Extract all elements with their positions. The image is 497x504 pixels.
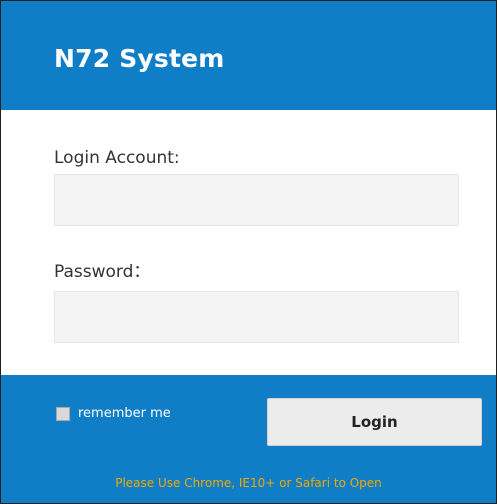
remember-me-label: remember me	[78, 406, 171, 421]
browser-support-note: Please Use Chrome, IE10+ or Safari to Op…	[115, 476, 382, 490]
remember-me-checkbox[interactable]	[56, 407, 70, 421]
login-panel: N72 System Login Account: Password： reme…	[0, 0, 497, 504]
login-button[interactable]: Login	[267, 398, 482, 446]
account-input[interactable]	[54, 174, 459, 226]
remember-me-toggle[interactable]: remember me	[56, 406, 171, 422]
password-input[interactable]	[54, 291, 459, 343]
login-header: N72 System	[1, 1, 496, 110]
app-title: N72 System	[54, 44, 225, 73]
password-label: Password：	[54, 262, 151, 282]
login-form: Login Account: Password：	[1, 110, 496, 375]
login-footer: remember me Login Please Use Chrome, IE1…	[1, 375, 496, 503]
account-label: Login Account:	[54, 148, 180, 168]
